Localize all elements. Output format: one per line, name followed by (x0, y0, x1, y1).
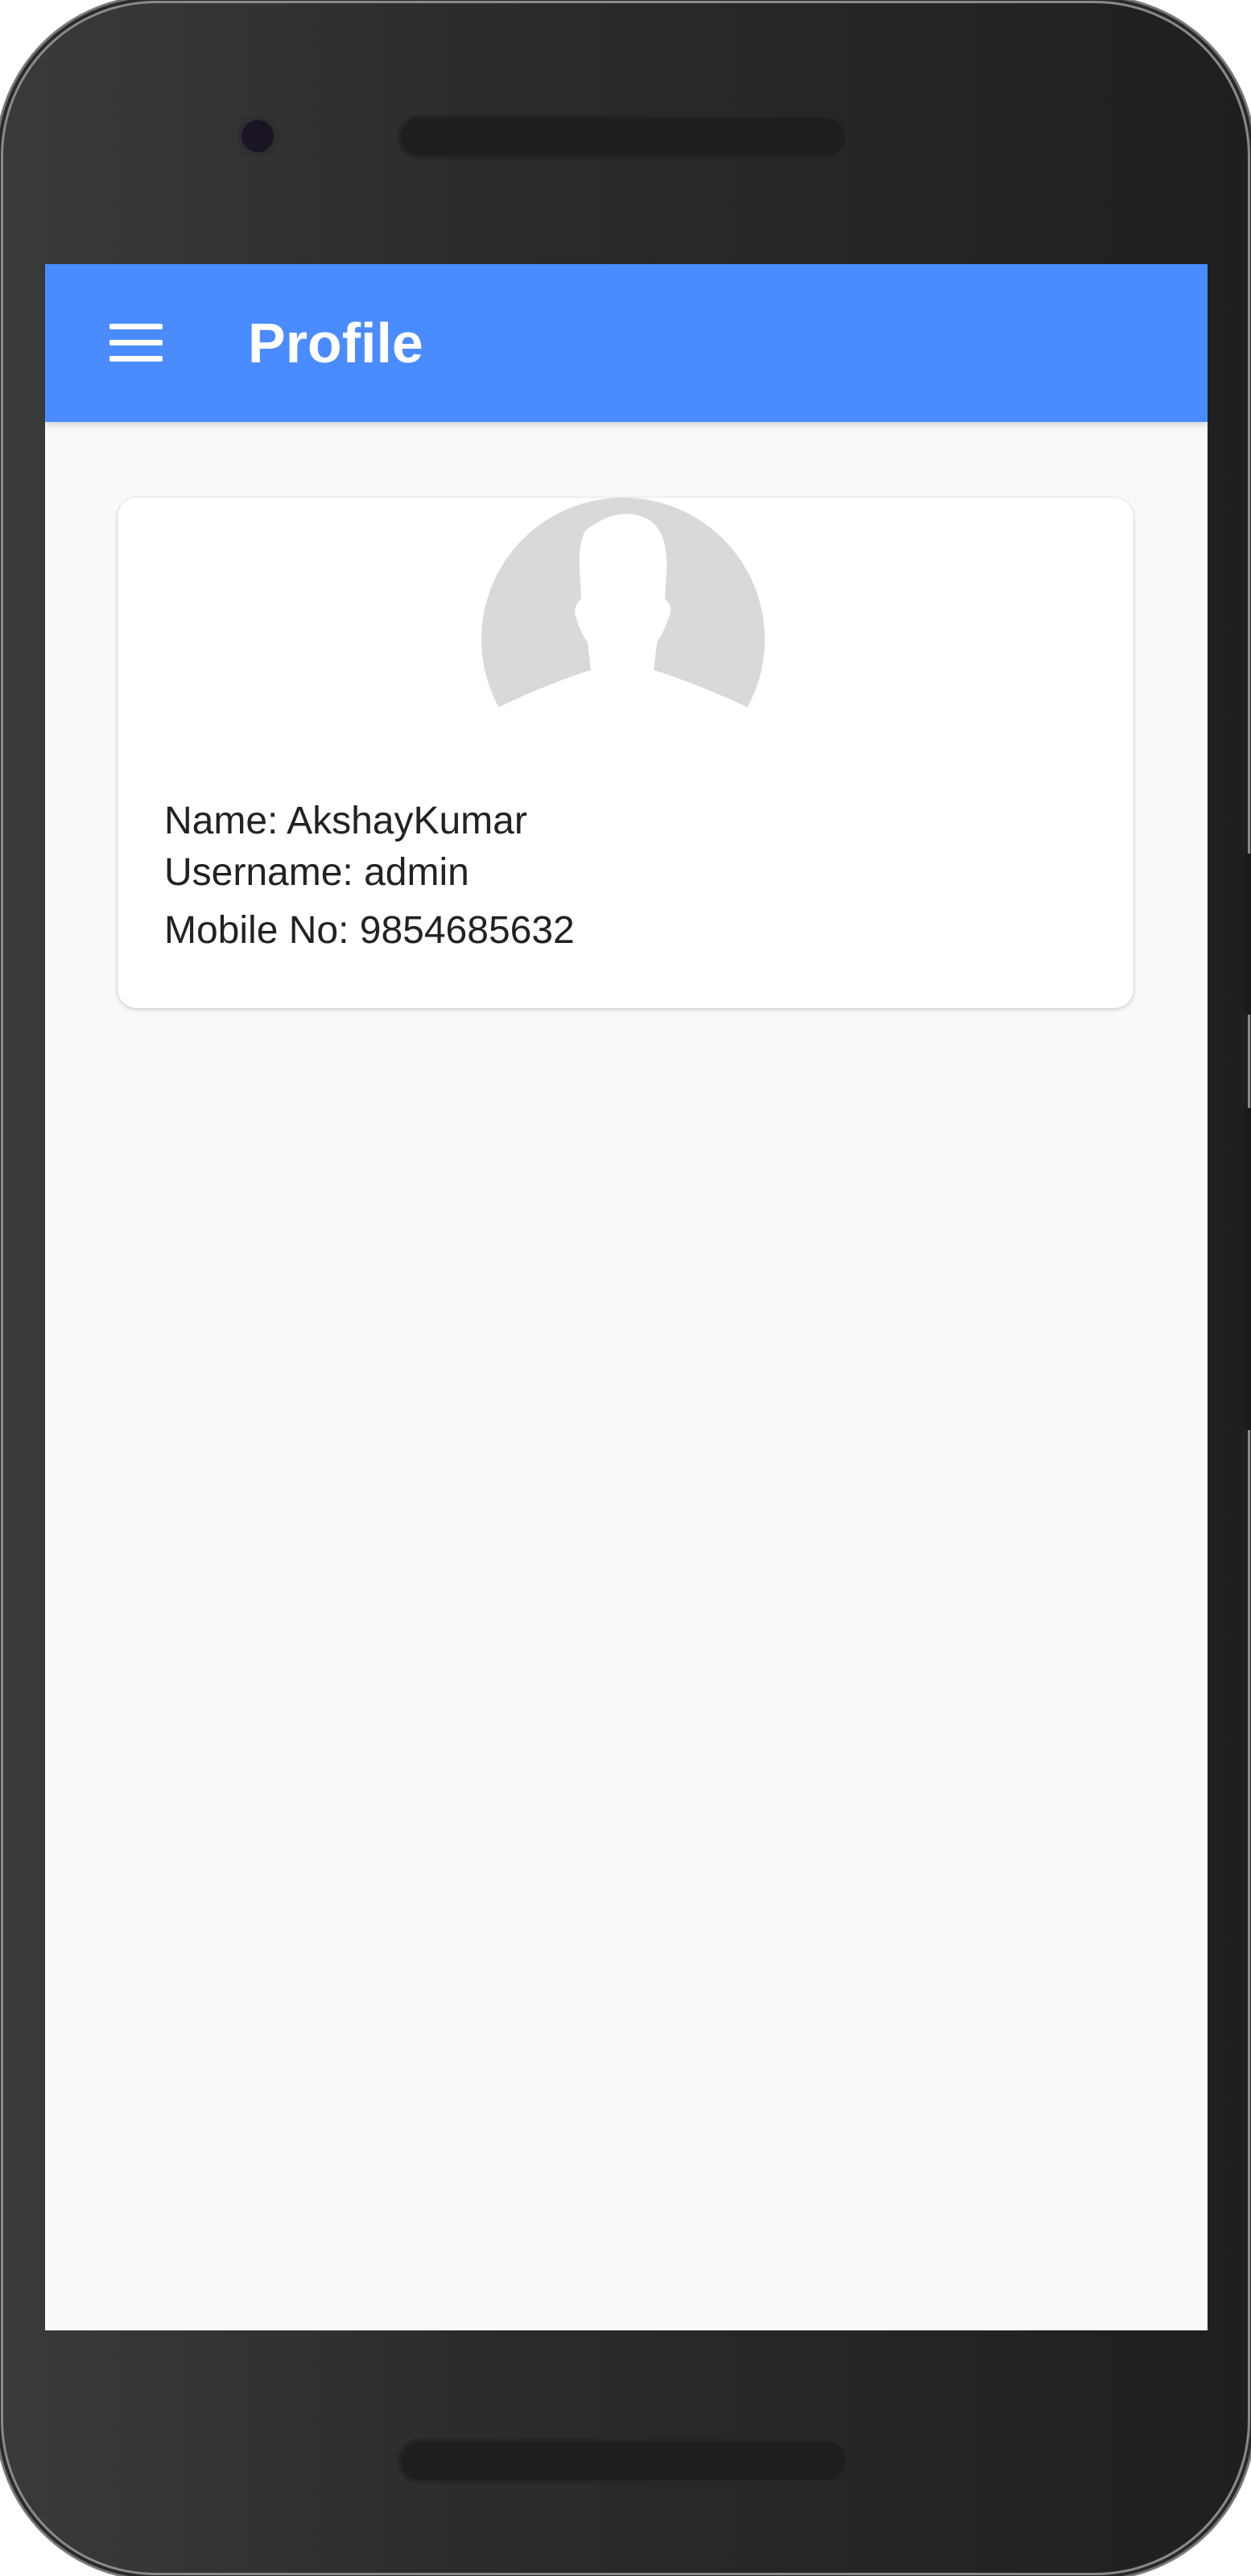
app-screen: Profile Name: AkshayKumar Username: admi… (45, 264, 1208, 2330)
mobile-text: Mobile No: 9854685632 (164, 909, 575, 952)
profile-info: Name: AkshayKumar Username: admin Mobile… (164, 796, 575, 957)
top-speaker (398, 114, 848, 159)
bottom-speaker (398, 2438, 848, 2483)
front-camera (242, 120, 274, 152)
username-text: Username: admin (164, 851, 469, 894)
name-text: Name: AkshayKumar (164, 800, 527, 842)
volume-button (1245, 1108, 1251, 1430)
profile-card: Name: AkshayKumar Username: admin Mobile… (118, 498, 1133, 1008)
phone-frame: Profile Name: AkshayKumar Username: admi… (3, 3, 1251, 2573)
power-button (1245, 854, 1251, 1015)
app-bar: Profile (45, 264, 1208, 422)
hamburger-menu-icon[interactable] (109, 324, 163, 362)
page-title: Profile (248, 312, 423, 374)
user-silhouette-icon (481, 498, 765, 731)
